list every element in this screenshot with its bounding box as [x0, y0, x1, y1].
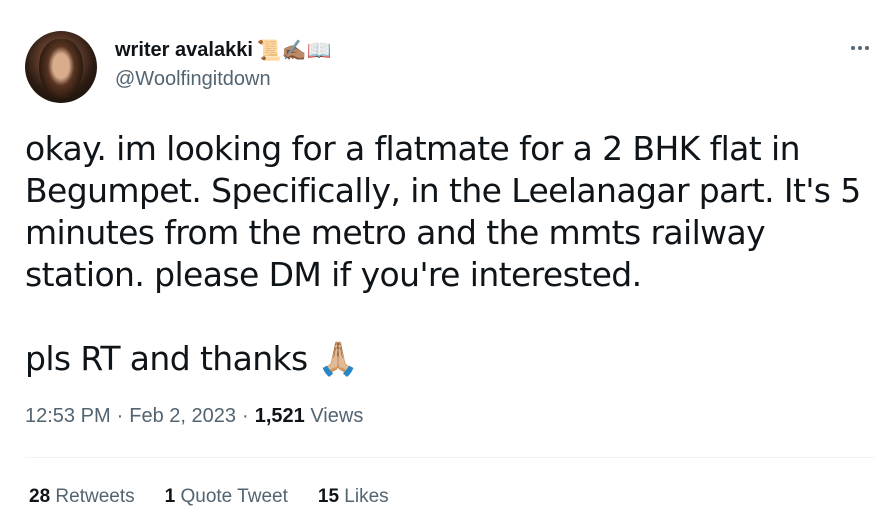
- tweet-date[interactable]: Feb 2, 2023: [129, 405, 236, 428]
- retweets-label: Retweets: [55, 486, 135, 507]
- display-name-text[interactable]: writer avalakki: [115, 39, 253, 62]
- likes-label: Likes: [344, 486, 389, 507]
- retweets-count: 28: [29, 486, 51, 507]
- tweet-time[interactable]: 12:53 PM: [25, 405, 111, 428]
- quote-tweets-stat[interactable]: 1 Quote Tweet: [165, 486, 288, 508]
- separator-dot: ·: [116, 405, 124, 427]
- avatar[interactable]: [25, 31, 97, 103]
- tweet-text: okay. im looking for a flatmate for a 2 …: [25, 129, 861, 378]
- tweet-meta: 12:53 PM · Feb 2, 2023 · 1,521 Views: [25, 405, 363, 428]
- more-options-icon[interactable]: [846, 36, 874, 60]
- separator-dot: ·: [242, 405, 249, 427]
- likes-stat[interactable]: 15 Likes: [318, 486, 389, 508]
- retweets-stat[interactable]: 28 Retweets: [29, 486, 135, 508]
- engagement-stats: 28 Retweets 1 Quote Tweet 15 Likes: [29, 486, 389, 508]
- views-count: 1,521: [254, 405, 305, 427]
- quote-tweets-label: Quote Tweet: [180, 486, 288, 507]
- name-emojis: 📜✍🏽📖: [256, 38, 332, 62]
- user-handle[interactable]: @Woolfingitdown: [115, 68, 271, 91]
- views-label: Views: [310, 405, 364, 427]
- divider: [25, 457, 875, 458]
- display-name[interactable]: writer avalakki 📜✍🏽📖: [115, 38, 332, 62]
- views-stat[interactable]: 1,521 Views: [255, 405, 364, 428]
- likes-count: 15: [317, 486, 340, 507]
- quote-tweets-count: 1: [164, 486, 176, 507]
